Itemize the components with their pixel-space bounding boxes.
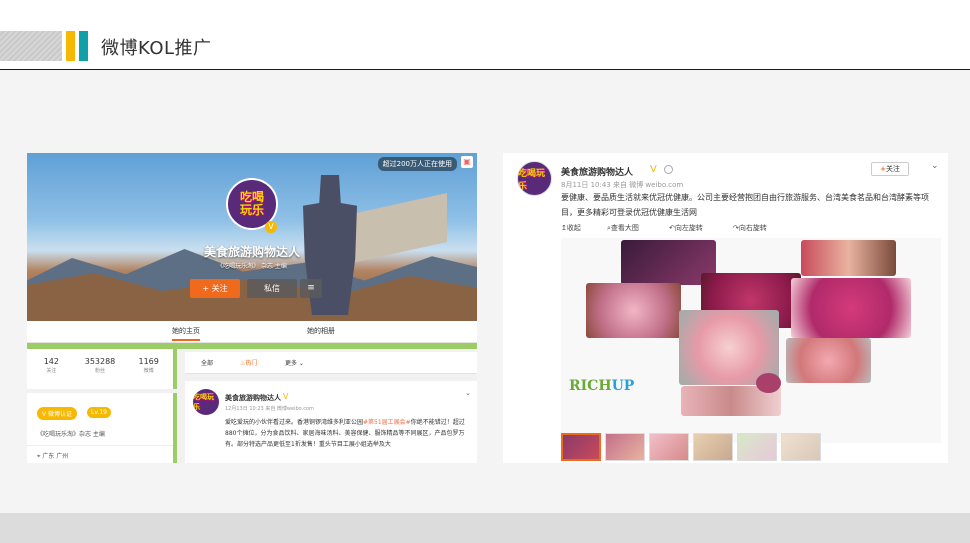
post-meta: 12月13日 10:23 来自 微博weibo.com: [225, 406, 314, 412]
weibo-post-screenshot: 吃喝玩乐 美食旅游购物达人 V 8月11日 10:43 来自 微博 weibo.…: [503, 153, 948, 463]
profile-tabbar: 她的主页 她的相册: [27, 321, 477, 343]
follow-button[interactable]: + 关注: [190, 279, 240, 298]
feed-post: 吃喝玩乐 美食旅游购物达人 V 12月13日 10:23 来自 微博weibo.…: [185, 381, 477, 463]
header-divider: [0, 69, 970, 70]
post-menu-chevron-icon[interactable]: ⌄: [465, 389, 471, 397]
message-button[interactable]: 私信: [247, 279, 297, 298]
slide: 微博KOL推广 超过200万人正在使用 ▣ 吃喝 玩乐 V 美食旅游购物达人 《吃…: [0, 0, 970, 543]
collage-rose-hand: [791, 278, 911, 338]
member-icon: [664, 165, 673, 174]
slide-title: 微博KOL推广: [101, 38, 212, 59]
feed-tabs: 全部 ♨热门 更多 ⌄: [185, 352, 477, 374]
post-avatar[interactable]: 吃喝玩乐: [193, 389, 219, 415]
post-text: 爱吃爱玩的小伙伴看过来。香港铜锣湾维多利亚公园#第51届工展会#你绝不能错过！超…: [225, 419, 465, 448]
collage-rose-bowl: [586, 283, 681, 338]
view-large-button[interactable]: ⌕查看大图: [607, 223, 639, 233]
tab-home[interactable]: 她的主页: [172, 326, 200, 341]
post-topic-link[interactable]: #第51届工展会#: [363, 419, 411, 426]
feed-tab-more[interactable]: 更多 ⌄: [285, 358, 304, 367]
header-gray-block: [0, 31, 62, 61]
profile-info-card: V 微博认证 Lv.19 《吃喝玩乐淘》杂志 主编 ⌖ 广东 广州: [27, 393, 177, 463]
feed-tab-hot[interactable]: ♨热门: [240, 358, 257, 367]
level-badge[interactable]: Lv.19: [87, 407, 111, 418]
post-body-text: 要健康、要品质生活就来优冠优健康。公司主要经营抱团自由行旅游服务、台湾美食茗品和…: [561, 193, 929, 217]
verified-badge[interactable]: V 微博认证: [37, 407, 78, 420]
more-menu-button[interactable]: ≡: [300, 279, 322, 298]
profile-stats: 142 关注 353288 粉丝 1169 微博: [27, 349, 177, 389]
weibo-profile-screenshot: 超过200万人正在使用 ▣ 吃喝 玩乐 V 美食旅游购物达人 《吃喝玩乐淘》 杂志…: [27, 153, 477, 463]
post-meta-large: 8月11日 10:43 来自 微博 weibo.com: [561, 181, 684, 189]
rotate-left-button[interactable]: ↶向左旋转: [669, 223, 703, 233]
post-menu-chevron-icon-large[interactable]: ⌄: [931, 161, 939, 171]
profile-nickname: 美食旅游购物达人: [203, 245, 300, 259]
header-teal-bar: [79, 31, 88, 61]
verified-icon: V: [265, 221, 277, 233]
post-verified-icon: V: [283, 392, 289, 401]
thumbnail-5[interactable]: [737, 433, 777, 461]
thumbnail-1[interactable]: [561, 433, 601, 461]
stat-posts[interactable]: 1169 微博: [124, 349, 173, 389]
post-author-large[interactable]: 美食旅游购物达人: [561, 165, 633, 178]
profile-divider: [27, 445, 173, 446]
thumbnail-6[interactable]: [781, 433, 821, 461]
post-author[interactable]: 美食旅游购物达人: [225, 393, 281, 403]
chevron-down-icon: ⌄: [297, 360, 304, 367]
tab-album[interactable]: 她的相册: [307, 326, 335, 336]
post-avatar-large[interactable]: 吃喝玩乐: [517, 161, 552, 196]
thumbnail-3[interactable]: [649, 433, 689, 461]
thumbnail-2[interactable]: [605, 433, 645, 461]
profile-location: ⌖ 广东 广州: [37, 453, 69, 460]
rich-up-logo: RICHUP: [569, 378, 635, 394]
collage-flower-cup: [786, 338, 871, 383]
cover-badge: 超过200万人正在使用: [377, 157, 457, 171]
collapse-button[interactable]: ↥收起: [561, 223, 581, 233]
image-actions: ↥收起 ⌕查看大图 ↶向左旋转 ↷向右旋转: [561, 223, 941, 237]
thumbnail-4[interactable]: [693, 433, 733, 461]
stat-following[interactable]: 142 关注: [27, 349, 76, 389]
thumbnail-strip: [561, 433, 941, 461]
profile-subtitle: 《吃喝玩乐淘》 杂志 主编: [217, 263, 287, 270]
profile-description: 《吃喝玩乐淘》杂志 主编: [37, 431, 105, 438]
slide-footer-band: [0, 513, 970, 543]
header-yellow-bar: [66, 31, 75, 61]
cover-app-icon: ▣: [461, 156, 473, 168]
feed-tab-all[interactable]: 全部: [201, 358, 213, 367]
rotate-right-button[interactable]: ↷向右旋转: [733, 223, 767, 233]
stat-followers[interactable]: 353288 粉丝: [76, 349, 125, 389]
post-verified-icon-large: V: [650, 164, 657, 175]
follow-button-small[interactable]: +关注: [871, 162, 909, 176]
collage-bowl-small: [756, 373, 781, 393]
collage-products: [801, 240, 896, 276]
post-collage-image[interactable]: RICHUP: [561, 238, 941, 443]
